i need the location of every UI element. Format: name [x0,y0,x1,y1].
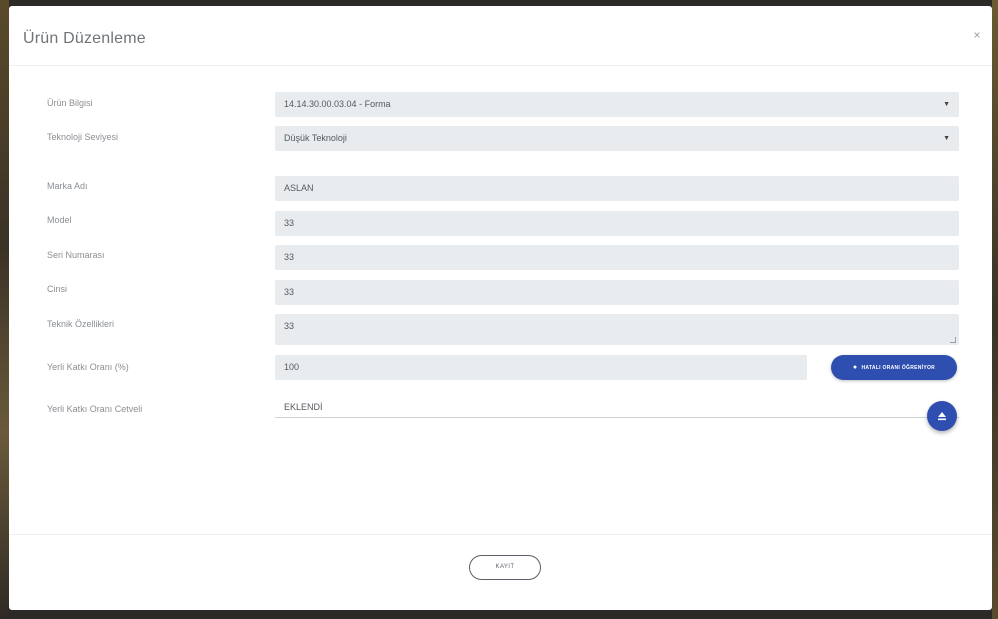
serial-number-input[interactable]: 33 [275,245,959,270]
upload-button[interactable] [927,401,957,431]
type-input[interactable]: 33 [275,280,959,305]
eye-icon: ● [852,364,858,371]
technical-specs-label: Teknik Özellikleri [47,319,115,329]
domestic-contribution-table-label: Yerli Katkı Oranı Cetveli [47,404,143,414]
product-info-value: 14.14.30.00.03.04 - Forma [284,99,391,109]
brand-name-label: Marka Adı [47,181,88,191]
backdrop-right [992,0,998,619]
domestic-contribution-rate-input[interactable]: 100 [275,355,807,380]
calculate-rate-button[interactable]: ● HATALI ORANI ÖĞRENİYOR [831,355,957,380]
edit-product-modal: Ürün Düzenleme × Ürün Bilgisi 14.14.30.0… [9,6,992,610]
resize-handle-icon[interactable] [950,337,956,343]
serial-number-label: Seri Numarası [47,250,105,260]
backdrop-left [0,0,9,619]
modal-header: Ürün Düzenleme × [9,6,992,66]
modal-title: Ürün Düzenleme [23,30,146,47]
technical-specs-textarea[interactable]: 33 [275,314,959,345]
domestic-contribution-table-field[interactable]: EKLENDİ [275,396,959,418]
model-value: 33 [284,218,295,228]
domestic-contribution-rate-value: 100 [284,362,300,372]
upload-icon [938,412,946,421]
model-input[interactable]: 33 [275,211,959,236]
close-button[interactable]: × [970,28,984,42]
product-info-select[interactable]: 14.14.30.00.03.04 - Forma ▼ [275,92,959,117]
chevron-down-icon: ▼ [943,101,950,108]
serial-number-value: 33 [284,252,295,262]
chevron-down-icon: ▼ [943,135,950,142]
technology-level-value: Düşük Teknoloji [284,133,347,143]
brand-name-value: ASLAN [284,183,314,193]
domestic-contribution-table-value: EKLENDİ [284,402,323,412]
technical-specs-value: 33 [284,321,295,331]
brand-name-input[interactable]: ASLAN [275,176,959,201]
type-value: 33 [284,287,295,297]
type-label: Cinsi [47,284,68,294]
calculate-rate-button-label: HATALI ORANI ÖĞRENİYOR [861,364,936,371]
save-button[interactable]: KAYIT [469,555,541,580]
product-info-label: Ürün Bilgisi [47,98,93,108]
domestic-contribution-rate-label: Yerli Katkı Oranı (%) [47,362,129,372]
technology-level-select[interactable]: Düşük Teknoloji ▼ [275,126,959,151]
model-label: Model [47,215,72,225]
technology-level-label: Teknoloji Seviyesi [47,132,119,142]
